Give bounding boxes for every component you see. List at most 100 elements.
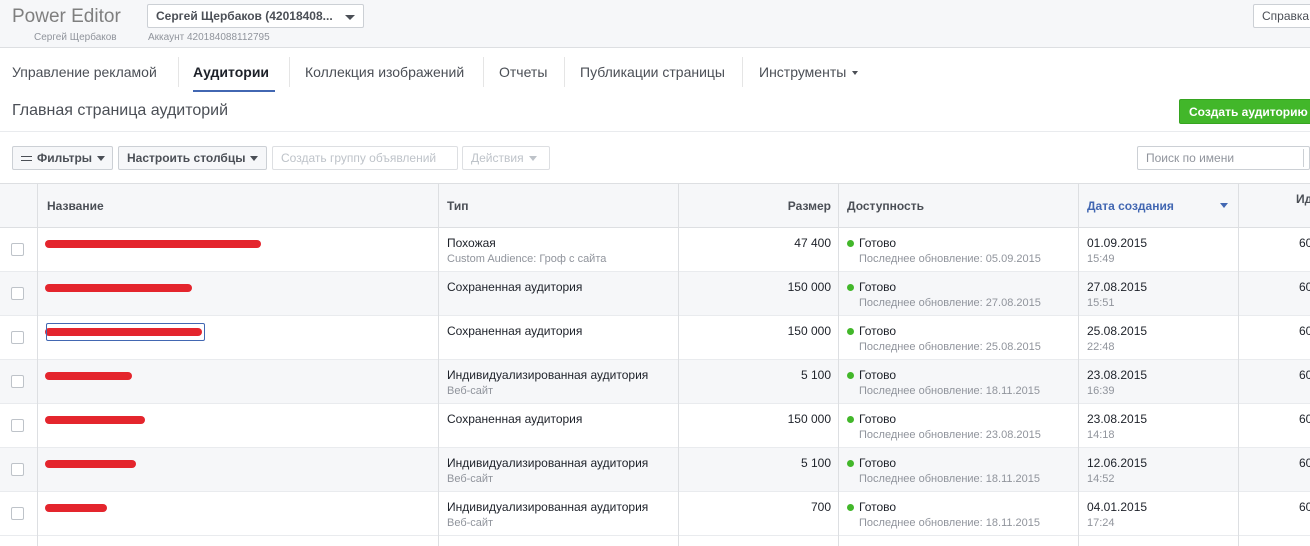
column-header-created[interactable]: Дата создания — [1087, 184, 1174, 228]
column-divider — [838, 184, 839, 546]
created-date: 12.06.2015 — [1087, 456, 1148, 470]
app-title: Power Editor — [12, 6, 121, 27]
status-ready-icon — [847, 240, 854, 247]
audience-size: 150 000 — [787, 412, 831, 426]
column-header-size[interactable]: Размер — [788, 184, 831, 228]
tab-page-posts[interactable]: Публикации страницы — [580, 49, 725, 95]
help-button[interactable]: Справка — [1253, 4, 1310, 28]
tab-reports[interactable]: Отчеты — [499, 49, 547, 95]
audience-id: 60 — [1299, 456, 1310, 470]
table-row[interactable]: Похожая Custom Audience: Гроф с сайта 47 4… — [0, 228, 1310, 272]
page-title: Главная страница аудиторий — [12, 102, 229, 119]
customize-columns-button[interactable]: Настроить столбцы — [118, 146, 267, 170]
search-divider — [1303, 149, 1304, 167]
availability-status: Готово — [859, 412, 897, 426]
last-updated: Последнее обновление: 27.08.2015 — [859, 297, 1041, 309]
redacted-audience-name[interactable] — [45, 284, 192, 292]
row-checkbox[interactable] — [11, 331, 24, 344]
created-time: 15:49 — [1087, 253, 1115, 265]
table-row[interactable]: Сохраненная аудитория 150 000 Готово Послед… — [0, 404, 1310, 448]
column-divider — [678, 184, 679, 546]
created-date: 23.08.2015 — [1087, 368, 1148, 382]
tab-audiences[interactable]: Аудитории — [193, 49, 275, 95]
redacted-audience-name[interactable] — [45, 504, 107, 512]
chevron-down-icon — [345, 15, 355, 20]
create-audience-button[interactable]: Создать аудиторию — [1179, 99, 1310, 124]
account-id-label: Аккаунт 420184088112795 — [148, 32, 270, 43]
created-time: 14:52 — [1087, 473, 1115, 485]
status-ready-icon — [847, 504, 854, 511]
main-nav: Управление рекламой Аудитории Коллекция … — [0, 49, 1310, 95]
actions-button[interactable]: Действия — [462, 146, 550, 170]
redacted-audience-name[interactable] — [45, 460, 136, 468]
table-row[interactable]: Сохраненная аудитория 150 000 Готово Послед… — [0, 316, 1310, 360]
tab-image-library[interactable]: Коллекция изображений — [305, 49, 464, 95]
last-updated: Последнее обновление: 23.08.2015 — [859, 429, 1041, 441]
audience-type-detail: Веб-сайт — [447, 517, 494, 529]
row-checkbox[interactable] — [11, 419, 24, 432]
availability-status: Готово — [859, 236, 897, 250]
filter-icon — [21, 154, 32, 163]
column-divider — [1238, 184, 1239, 546]
audience-size: 5 100 — [800, 368, 831, 382]
redacted-audience-name[interactable] — [45, 240, 261, 248]
audience-size: 700 — [810, 500, 831, 514]
audience-size: 150 000 — [787, 324, 831, 338]
created-time: 15:51 — [1087, 297, 1115, 309]
created-time: 14:18 — [1087, 429, 1115, 441]
audience-type: Сохраненная аудитория — [447, 412, 583, 426]
row-checkbox[interactable] — [11, 287, 24, 300]
tab-ad-management[interactable]: Управление рекламой — [12, 49, 157, 95]
audience-type: Сохраненная аудитория — [447, 280, 583, 294]
nav-divider — [178, 57, 179, 87]
created-time: 16:39 — [1087, 385, 1115, 397]
filters-label: Фильтры — [37, 151, 93, 165]
table-row[interactable]: Индивидуализированная аудитория Веб-сайт 7… — [0, 492, 1310, 536]
created-time: 17:24 — [1087, 517, 1115, 529]
row-checkbox[interactable] — [11, 375, 24, 388]
last-updated: Последнее обновление: 25.08.2015 — [859, 341, 1041, 353]
name-edit-field[interactable] — [46, 323, 205, 341]
chevron-down-icon — [250, 156, 259, 162]
audience-type-detail: Custom Audience: Гроф с сайта — [447, 253, 607, 265]
filters-button[interactable]: Фильтры — [12, 146, 113, 170]
column-header-id[interactable]: Ид — [1296, 184, 1310, 228]
nav-divider — [742, 57, 743, 87]
created-date: 27.08.2015 — [1087, 280, 1148, 294]
audience-type: Сохраненная аудитория — [447, 324, 583, 338]
table-row[interactable]: Индивидуализированная аудитория Веб-сайт 5… — [0, 448, 1310, 492]
nav-divider — [289, 57, 290, 87]
audience-type: Похожая — [447, 236, 496, 250]
tab-tools[interactable]: Инструменты — [759, 49, 859, 95]
chevron-down-icon — [97, 156, 106, 162]
column-divider — [438, 184, 439, 546]
row-checkbox[interactable] — [11, 507, 24, 520]
sort-desc-icon[interactable] — [1220, 203, 1228, 208]
chevron-down-icon — [528, 156, 537, 162]
row-checkbox[interactable] — [11, 463, 24, 476]
actions-label: Действия — [471, 151, 524, 165]
audience-size: 47 400 — [794, 236, 831, 250]
customize-columns-label: Настроить столбцы — [127, 151, 246, 165]
user-name: Сергей Щербаков — [34, 32, 117, 43]
nav-divider — [483, 57, 484, 87]
audience-id: 60 — [1299, 236, 1310, 250]
audience-id: 60 — [1299, 324, 1310, 338]
status-ready-icon — [847, 372, 854, 379]
row-checkbox[interactable] — [11, 243, 24, 256]
audience-type: Индивидуализированная аудитория — [447, 500, 649, 514]
search-input[interactable] — [1137, 146, 1310, 170]
last-updated: Последнее обновление: 18.11.2015 — [859, 385, 1041, 397]
redacted-audience-name[interactable] — [45, 416, 145, 424]
audience-id: 60 — [1299, 280, 1310, 294]
audience-type-detail: Веб-сайт — [447, 385, 494, 397]
column-header-type[interactable]: Тип — [447, 184, 469, 228]
column-header-availability[interactable]: Доступность — [847, 184, 924, 228]
column-header-name[interactable]: Название — [47, 184, 104, 228]
create-ad-set-button[interactable]: Создать группу объявлений — [272, 146, 458, 170]
account-select[interactable]: Сергей Щербаков (42018408... — [147, 4, 364, 28]
redacted-audience-name[interactable] — [45, 372, 132, 380]
table-row[interactable]: Индивидуализированная аудитория Веб-сайт 5… — [0, 360, 1310, 404]
status-ready-icon — [847, 416, 854, 423]
table-row[interactable]: Сохраненная аудитория 150 000 Готово Послед… — [0, 272, 1310, 316]
